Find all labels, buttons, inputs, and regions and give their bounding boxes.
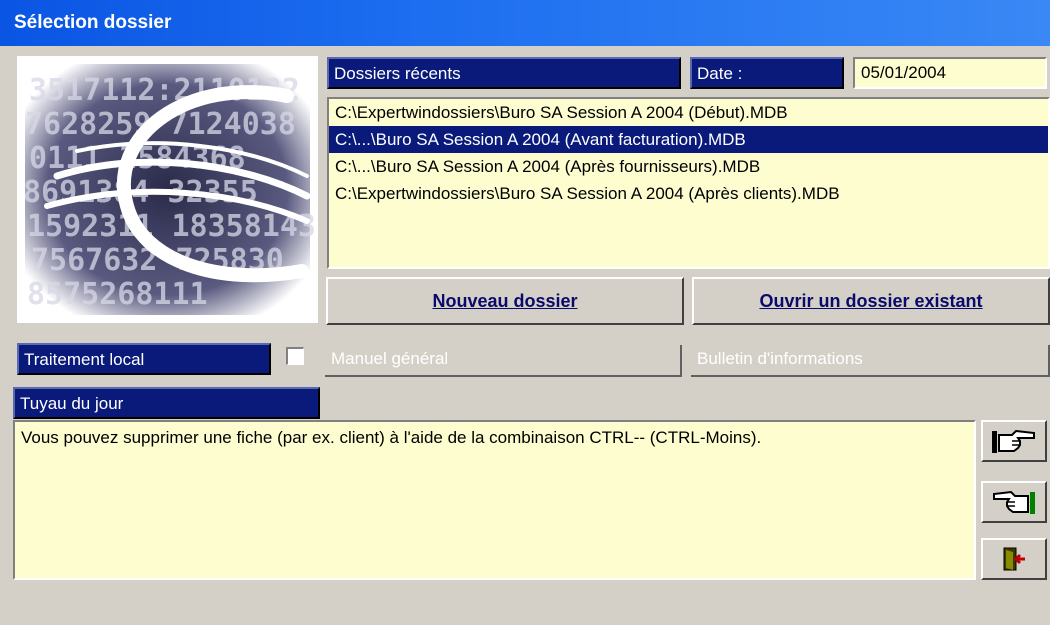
list-item[interactable]: C:\Expertwindossiers\Buro SA Session A 2… [329,180,1048,207]
list-item-selected[interactable]: C:\...\Buro SA Session A 2004 (Avant fac… [329,126,1048,153]
next-tip-button[interactable] [981,420,1047,462]
title-bar: Sélection dossier [0,0,1050,46]
date-field[interactable]: 05/01/2004 [853,57,1047,89]
previous-tip-button[interactable] [981,481,1047,523]
newsletter-button[interactable]: Bulletin d'informations [691,345,1050,377]
open-folder-button[interactable]: Ouvrir un dossier existant [692,277,1050,325]
list-item[interactable]: C:\Expertwindossiers\Buro SA Session A 2… [329,99,1048,126]
new-folder-button[interactable]: Nouveau dossier [326,277,684,325]
general-manual-button[interactable]: Manuel général [325,345,682,377]
list-item[interactable]: C:\...\Buro SA Session A 2004 (Après fou… [329,153,1048,180]
recent-files-list[interactable]: C:\Expertwindossiers\Buro SA Session A 2… [327,97,1050,269]
open-folder-label: uvrir un dossier existant [773,291,983,311]
open-folder-mnemonic: O [759,291,774,311]
local-processing-label: Traitement local [17,343,271,375]
svg-text:8575268111: 8575268111 [27,277,208,312]
exit-door-icon [1003,547,1025,571]
previous-hand-icon [993,490,1035,514]
window-title: Sélection dossier [14,12,172,33]
exit-button[interactable] [981,538,1047,580]
new-folder-mnemonic: N [432,291,446,311]
euro-logo: 3517112:2110132 7628259 7124038 0111 258… [17,56,318,323]
svg-text:1592311 18358143: 1592311 18358143 [27,209,316,244]
date-label: Date : [690,57,844,89]
recent-files-header: Dossiers récents [327,57,681,89]
tip-of-day-header: Tuyau du jour [13,387,320,419]
local-processing-checkbox[interactable] [286,347,304,365]
next-hand-icon [992,429,1035,453]
new-folder-label: ouveau dossier [445,291,578,311]
tip-of-day-text: Vous pouvez supprimer une fiche (par ex.… [13,420,976,580]
